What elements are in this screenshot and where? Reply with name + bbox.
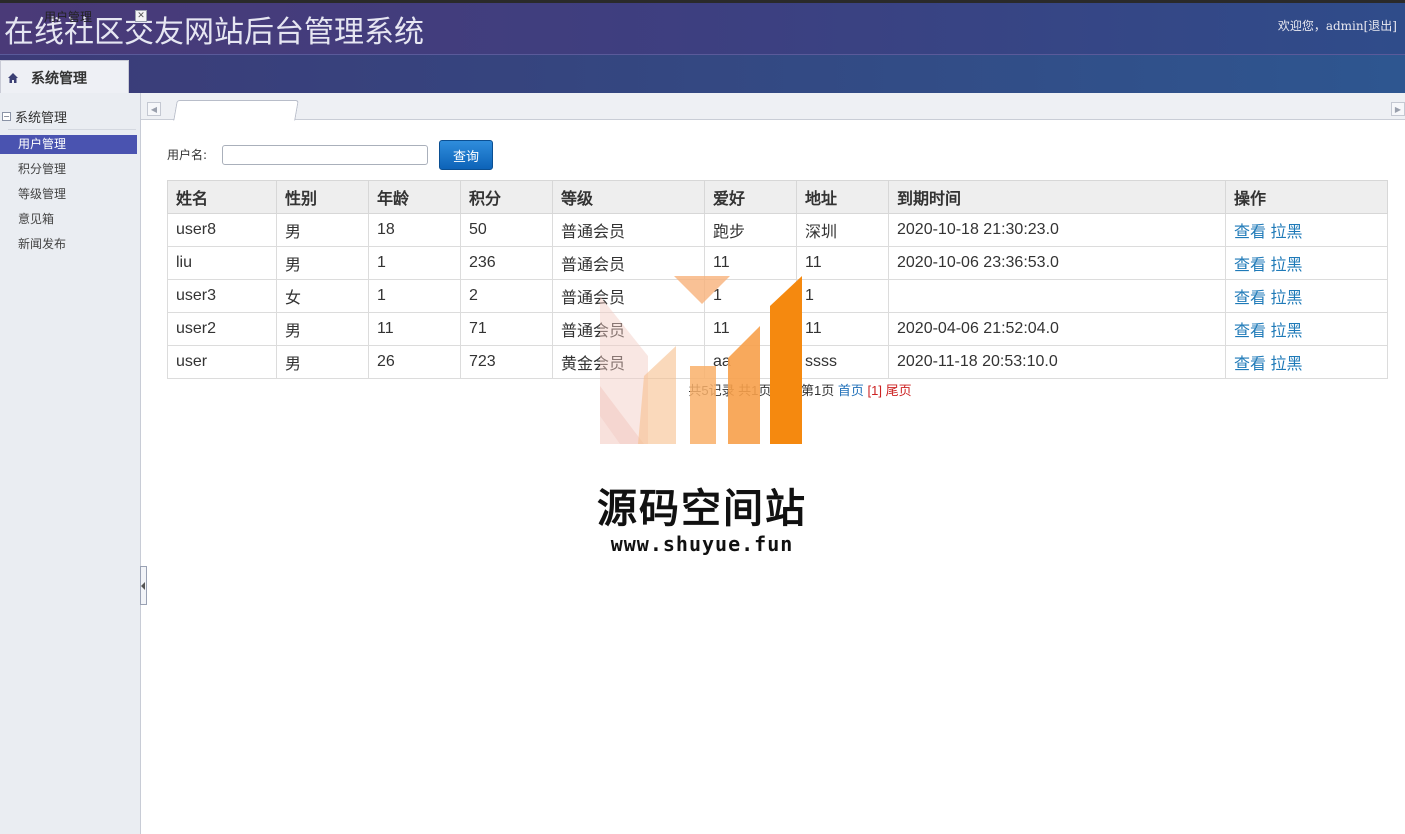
cell-gender: 女 — [276, 279, 369, 313]
cell-points: 723 — [460, 345, 553, 379]
cell-expires: 2020-11-18 20:53:10.0 — [888, 345, 1226, 379]
table-row: liu 男 1 236 普通会员 11 11 2020-10-06 23:36:… — [167, 246, 1388, 280]
tab-user-management-label[interactable]: 用户管理 — [44, 8, 92, 25]
view-link[interactable]: 查看 — [1234, 290, 1266, 307]
cell-expires: 2020-10-18 21:30:23.0 — [888, 213, 1226, 247]
watermark-logo-icon — [600, 276, 802, 444]
cell-hobby: 跑步 — [704, 213, 797, 247]
cell-expires — [888, 279, 1226, 313]
view-link[interactable]: 查看 — [1234, 257, 1266, 274]
cell-actions: 查看 拉黑 — [1225, 246, 1388, 280]
cell-actions: 查看 拉黑 — [1225, 279, 1388, 313]
cell-gender: 男 — [276, 345, 369, 379]
column-header-expires: 到期时间 — [888, 180, 1226, 214]
username-search-input[interactable] — [222, 145, 428, 165]
table-header-row: 姓名 性别 年龄 积分 等级 爱好 地址 到期时间 操作 — [167, 180, 1388, 214]
sidebar-section-title: 系统管理 — [15, 110, 68, 126]
cell-expires: 2020-04-06 21:52:04.0 — [888, 312, 1226, 346]
tab-strip: ◀ ▶ — [141, 93, 1405, 121]
sidebar-item-news-publish[interactable]: 新闻发布 — [0, 235, 137, 254]
cell-address: ssss — [796, 345, 889, 379]
table-row: user8 男 18 50 普通会员 跑步 深圳 2020-10-18 21:3… — [167, 213, 1388, 247]
sidebar: − 系统管理 用户管理 积分管理 等级管理 意见箱 新闻发布 — [0, 93, 141, 834]
cell-address: 1 — [796, 279, 889, 313]
block-link[interactable]: 拉黑 — [1270, 323, 1302, 340]
cell-address: 深圳 — [796, 213, 889, 247]
nav-tab-system[interactable]: 系统管理 — [0, 60, 129, 94]
column-header-age: 年龄 — [368, 180, 461, 214]
column-header-points: 积分 — [460, 180, 553, 214]
block-link[interactable]: 拉黑 — [1270, 290, 1302, 307]
cell-points: 71 — [460, 312, 553, 346]
column-header-hobby: 爱好 — [704, 180, 797, 214]
column-header-level: 等级 — [552, 180, 705, 214]
sidebar-item-feedback-box[interactable]: 意见箱 — [0, 210, 137, 229]
cell-hobby: 11 — [704, 246, 797, 280]
cell-gender: 男 — [276, 213, 369, 247]
cell-address: 11 — [796, 312, 889, 346]
sidebar-item-user-management[interactable]: 用户管理 — [0, 135, 137, 154]
cell-actions: 查看 拉黑 — [1225, 345, 1388, 379]
chevron-left-icon — [141, 581, 145, 590]
tab-scroll-left-icon[interactable]: ◀ — [147, 102, 161, 116]
tab-user-management[interactable] — [173, 100, 299, 121]
cell-name: user2 — [167, 312, 277, 346]
welcome-text: 欢迎您，admin[退出] — [1278, 17, 1397, 34]
pager-current-page: [1] — [867, 383, 882, 398]
sidebar-section-header[interactable]: − 系统管理 — [0, 105, 141, 127]
cell-name: user8 — [167, 213, 277, 247]
top-nav: 系统管理 — [0, 54, 1405, 94]
cell-expires: 2020-10-06 23:36:53.0 — [888, 246, 1226, 280]
cell-gender: 男 — [276, 312, 369, 346]
view-link[interactable]: 查看 — [1234, 224, 1266, 241]
cell-points: 236 — [460, 246, 553, 280]
block-link[interactable]: 拉黑 — [1270, 356, 1302, 373]
cell-gender: 男 — [276, 246, 369, 280]
sidebar-collapse-handle[interactable] — [140, 566, 147, 605]
cell-age: 11 — [368, 312, 461, 346]
cell-name: liu — [167, 246, 277, 280]
cell-name: user — [167, 345, 277, 379]
tab-close-icon[interactable]: ✕ — [135, 10, 147, 22]
view-link[interactable]: 查看 — [1234, 323, 1266, 340]
welcome-user: 欢迎您，admin — [1277, 19, 1364, 33]
home-icon — [7, 71, 21, 85]
column-header-gender: 性别 — [276, 180, 369, 214]
cell-age: 26 — [368, 345, 461, 379]
tab-scroll-right-icon[interactable]: ▶ — [1391, 102, 1405, 116]
pager-first-link[interactable]: 首页 — [838, 383, 864, 398]
cell-name: user3 — [167, 279, 277, 313]
cell-points: 50 — [460, 213, 553, 247]
cell-points: 2 — [460, 279, 553, 313]
sidebar-item-points-management[interactable]: 积分管理 — [0, 160, 137, 179]
collapse-icon[interactable]: − — [2, 111, 11, 121]
cell-actions: 查看 拉黑 — [1225, 213, 1388, 247]
watermark-brand: 源码空间站 — [597, 485, 807, 532]
logout-link[interactable]: [退出] — [1364, 19, 1397, 33]
app-header: 在线社区交友网站后台管理系统 欢迎您，admin[退出] — [0, 0, 1405, 54]
pager-last-link[interactable]: 尾页 — [886, 383, 912, 398]
block-link[interactable]: 拉黑 — [1270, 224, 1302, 241]
column-header-address: 地址 — [796, 180, 889, 214]
search-button[interactable]: 查询 — [439, 140, 493, 170]
column-header-actions: 操作 — [1225, 180, 1388, 214]
nav-tab-label: 系统管理 — [31, 70, 87, 87]
cell-actions: 查看 拉黑 — [1225, 312, 1388, 346]
cell-address: 11 — [796, 246, 889, 280]
column-header-name: 姓名 — [167, 180, 277, 214]
block-link[interactable]: 拉黑 — [1270, 257, 1302, 274]
search-label: 用户名: — [167, 148, 208, 162]
sidebar-item-level-management[interactable]: 等级管理 — [0, 185, 137, 204]
cell-age: 1 — [368, 246, 461, 280]
sidebar-divider — [8, 129, 136, 130]
cell-age: 1 — [368, 279, 461, 313]
watermark-url: www.shuyue.fun — [610, 532, 794, 556]
cell-age: 18 — [368, 213, 461, 247]
view-link[interactable]: 查看 — [1234, 356, 1266, 373]
cell-level: 普通会员 — [552, 246, 705, 280]
cell-level: 普通会员 — [552, 213, 705, 247]
